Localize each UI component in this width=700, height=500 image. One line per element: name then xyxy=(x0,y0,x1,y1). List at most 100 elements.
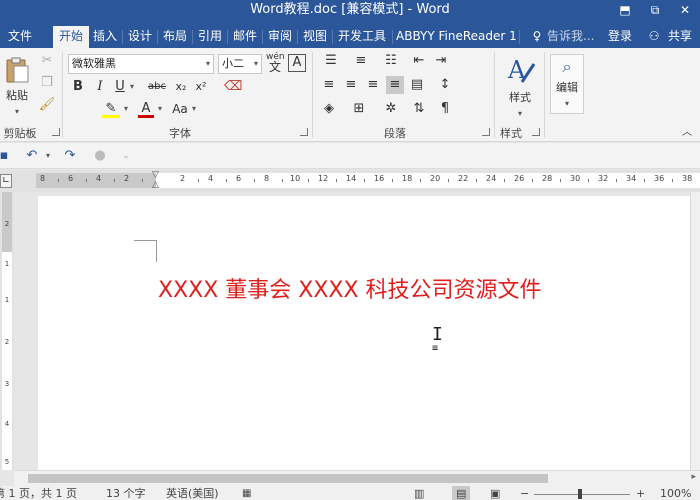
format-painter-icon[interactable]: 🖌 xyxy=(38,96,56,114)
web-layout-icon[interactable]: ▣ xyxy=(490,486,500,500)
zoom-slider-thumb[interactable] xyxy=(578,489,582,499)
chevron-down-icon: ▾ xyxy=(517,109,522,118)
tab-design[interactable]: 设计 xyxy=(124,26,156,48)
chevron-down-icon: ▾ xyxy=(14,107,19,116)
tab-selector-icon[interactable]: ∟ xyxy=(0,174,12,188)
ruler-label: 6 xyxy=(236,174,242,183)
horizontal-ruler[interactable]: ∟ 8 6 4 2 2 4 6 8 10 12 14 16 18 20 22 24 26 28 30 32 34 36 38… xyxy=(0,170,700,192)
customize-qat-icon[interactable]: ⌄ xyxy=(120,147,132,165)
shading-icon[interactable]: ◈ xyxy=(320,100,338,118)
circle-icon[interactable]: ● xyxy=(92,147,108,165)
share-button[interactable]: 共享 xyxy=(664,26,696,48)
redo-icon[interactable]: ↷ xyxy=(62,147,78,165)
ruler-label: 14 xyxy=(346,174,357,183)
ruler-label: 6 xyxy=(68,174,74,183)
margin-corner-mark xyxy=(156,240,157,262)
styles-button[interactable]: A 样式 ▾ xyxy=(500,54,540,118)
show-marks-icon[interactable]: ¶ xyxy=(436,100,454,118)
tab-view[interactable]: 视图 xyxy=(299,26,331,48)
close-icon[interactable]: ✕ xyxy=(670,0,700,20)
tell-me-box[interactable]: 告诉我... xyxy=(547,26,599,48)
sort-icon[interactable]: ⇅ xyxy=(410,100,428,118)
line-spacing-icon[interactable]: ↕ xyxy=(436,76,454,94)
word-count[interactable]: 13 个字 xyxy=(106,486,146,500)
tab-mailings[interactable]: 邮件 xyxy=(229,26,261,48)
tab-file[interactable]: 文件 xyxy=(0,26,40,48)
tab-review[interactable]: 审阅 xyxy=(264,26,296,48)
zoom-slider[interactable] xyxy=(534,494,630,495)
vruler-label: 1 xyxy=(4,296,10,304)
font-color-icon[interactable]: A xyxy=(138,100,154,118)
change-case-icon[interactable]: Aa xyxy=(170,100,190,118)
align-right-icon[interactable]: ≡ xyxy=(364,76,382,94)
editing-button[interactable]: ⌕ 编辑 ▾ xyxy=(550,54,584,114)
chevron-down-icon[interactable]: ▾ xyxy=(190,100,198,118)
font-launcher-icon[interactable] xyxy=(300,128,308,136)
horizontal-scroll-thumb[interactable] xyxy=(28,474,548,483)
vertical-ruler[interactable]: 2 1 1 2 3 4 5 xyxy=(0,192,14,470)
chevron-down-icon[interactable]: ▾ xyxy=(156,100,164,118)
chevron-down-icon[interactable]: ▾ xyxy=(128,78,136,96)
margin-corner-mark xyxy=(134,240,156,241)
superscript-button[interactable]: x² xyxy=(192,78,210,96)
zoom-in-icon[interactable]: + xyxy=(636,486,645,500)
underline-button[interactable]: U xyxy=(112,78,128,96)
restore-icon[interactable]: ⧉ xyxy=(640,0,670,20)
document-page[interactable]: XXXX 董事会 XXXX 科技公司资源文件 I ≡ xyxy=(38,196,698,476)
collapse-ribbon-icon[interactable]: ︿ xyxy=(680,124,694,142)
vertical-scrollbar[interactable] xyxy=(690,192,700,470)
font-size-combo[interactable]: 小二 ▾ xyxy=(218,54,262,74)
clear-formatting-icon[interactable]: ⌫ xyxy=(224,78,242,96)
read-mode-icon[interactable]: ▥ xyxy=(414,486,424,500)
character-border-icon[interactable]: A xyxy=(288,54,306,72)
first-line-indent-icon[interactable]: ▽ xyxy=(152,170,159,180)
bullets-icon[interactable]: ☰ xyxy=(320,52,342,70)
ribbon-display-icon[interactable]: ⬒ xyxy=(610,0,640,20)
tab-insert[interactable]: 插入 xyxy=(89,26,121,48)
scroll-right-icon[interactable]: ▸ xyxy=(691,472,696,482)
paste-button[interactable]: 粘贴 ▾ xyxy=(2,56,32,116)
justify-icon[interactable]: ≡ xyxy=(386,76,404,94)
zoom-level[interactable]: 100% xyxy=(660,486,691,500)
increase-indent-icon[interactable]: ⇥ xyxy=(432,52,450,70)
align-center-icon[interactable]: ≡ xyxy=(342,76,360,94)
document-heading[interactable]: XXXX 董事会 XXXX 科技公司资源文件 xyxy=(158,272,700,304)
sign-in-link[interactable]: 登录 xyxy=(604,26,636,48)
tab-developer[interactable]: 开发工具 xyxy=(334,26,390,48)
chinese-layout-icon[interactable]: ✲ xyxy=(382,100,400,118)
tab-references[interactable]: 引用 xyxy=(194,26,226,48)
page-count[interactable]: 第 1 页，共 1 页 xyxy=(0,486,77,500)
hanging-indent-icon[interactable]: △ xyxy=(152,180,159,190)
tab-layout[interactable]: 布局 xyxy=(159,26,191,48)
copy-icon[interactable]: ❐ xyxy=(38,74,56,92)
cut-icon[interactable]: ✂ xyxy=(38,52,56,70)
strikethrough-button[interactable]: abc xyxy=(144,78,170,96)
italic-button[interactable]: I xyxy=(92,78,108,96)
print-layout-icon[interactable]: ▤ xyxy=(452,486,471,500)
highlight-icon[interactable]: ✎ xyxy=(102,100,120,118)
paragraph-launcher-icon[interactable] xyxy=(482,128,490,136)
ruler-label: 24 xyxy=(486,174,497,183)
phonetic-guide-icon[interactable]: wén 文 xyxy=(266,52,285,76)
chevron-down-icon[interactable]: ▾ xyxy=(44,147,52,165)
numbering-icon[interactable]: ≡ xyxy=(350,52,372,70)
borders-icon[interactable]: ⊞ xyxy=(350,100,368,118)
subscript-button[interactable]: x₂ xyxy=(172,78,190,96)
clipboard-launcher-icon[interactable] xyxy=(52,128,60,136)
font-name-combo[interactable]: 微软雅黑 ▾ xyxy=(68,54,214,74)
macro-record-icon[interactable]: ▦ xyxy=(242,486,251,500)
bold-button[interactable]: B xyxy=(70,78,86,96)
horizontal-scrollbar[interactable]: ▸ xyxy=(14,470,700,486)
chevron-down-icon[interactable]: ▾ xyxy=(122,100,130,118)
undo-icon[interactable]: ↶ xyxy=(24,147,40,165)
save-icon[interactable]: ▪ xyxy=(0,147,10,165)
distributed-icon[interactable]: ▤ xyxy=(408,76,426,94)
language-indicator[interactable]: 英语(美国) xyxy=(166,486,219,500)
tab-abbyy[interactable]: ABBYY FineReader 1 xyxy=(394,26,518,48)
decrease-indent-icon[interactable]: ⇤ xyxy=(410,52,428,70)
align-left-icon[interactable]: ≡ xyxy=(320,76,338,94)
zoom-out-icon[interactable]: − xyxy=(520,486,529,500)
tab-home[interactable]: 开始 xyxy=(53,26,89,48)
styles-launcher-icon[interactable] xyxy=(532,128,540,136)
multilevel-list-icon[interactable]: ☷ xyxy=(380,52,402,70)
